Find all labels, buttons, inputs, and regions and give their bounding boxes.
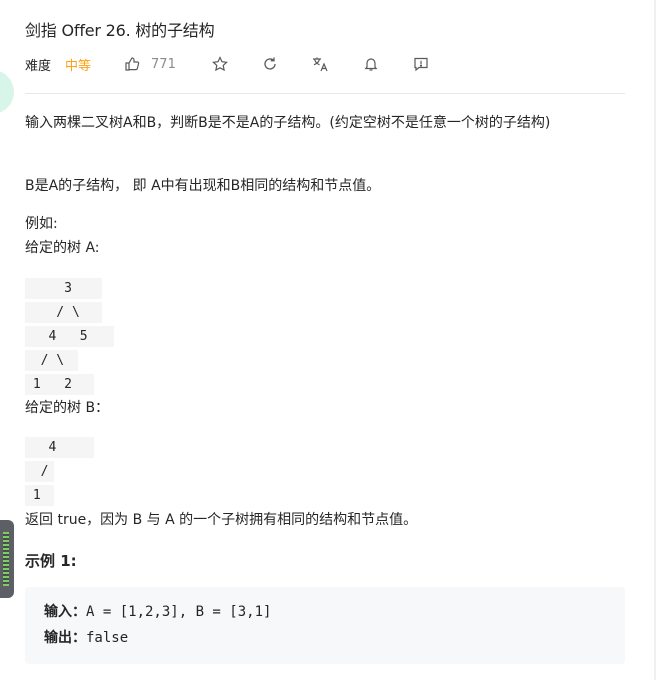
description-paragraph-1: 输入两棵二叉树A和B，判断B是不是A的子结构。(约定空树不是任意一个树的子结构) [25, 115, 551, 131]
problem-meta-bar: 难度 中等 771 [25, 54, 429, 74]
example-input-label: 输入： [44, 604, 86, 620]
thumbs-up-icon[interactable] [124, 56, 140, 72]
like-count: 771 [151, 56, 176, 72]
difficulty-badge: 中等 [65, 58, 92, 74]
problem-title: 剑指 Offer 26. 树的子结构 [25, 21, 215, 40]
example-output-label: 输出： [44, 630, 86, 646]
refresh-icon[interactable] [262, 56, 278, 72]
example-input-value: A = [1,2,3], B = [3,1] [86, 604, 272, 620]
example-output-value: false [86, 630, 129, 646]
tree-a-line: / \ [25, 350, 78, 371]
tree-b-line: / [25, 461, 54, 482]
example-input-line: 输入：A = [1,2,3], B = [3,1] [44, 601, 271, 623]
tree-a-line: 3 [25, 278, 102, 299]
tree-b-line: 4 [25, 437, 94, 458]
tree-a-line: 4 5 [25, 326, 114, 347]
star-icon[interactable] [211, 56, 228, 72]
tree-a-line: / \ [25, 302, 102, 323]
bell-icon[interactable] [363, 56, 379, 72]
header-divider [25, 93, 625, 94]
tree-b-line: 1 [25, 485, 54, 506]
translate-icon[interactable] [312, 56, 329, 72]
side-widget[interactable] [0, 520, 14, 598]
tree-a-line: 1 2 [25, 374, 94, 395]
example-output-line: 输出：false [44, 627, 128, 649]
example-intro: 例如: [25, 216, 58, 232]
side-decoration [0, 70, 14, 114]
example-1-title: 示例 1: [25, 552, 77, 570]
feedback-icon[interactable] [413, 56, 429, 72]
conclusion-text: 返回 true，因为 B 与 A 的一个子树拥有相同的结构和节点值。 [25, 512, 418, 528]
description-paragraph-2: B是A的子结构， 即 A中有出现和B相同的结构和节点值。 [25, 178, 381, 194]
tree-b-label: 给定的树 B： [25, 400, 110, 416]
tree-a-label: 给定的树 A: [25, 240, 100, 256]
difficulty-label: 难度 [25, 58, 52, 74]
example-1-box: 输入：A = [1,2,3], B = [3,1] 输出：false [25, 587, 625, 664]
